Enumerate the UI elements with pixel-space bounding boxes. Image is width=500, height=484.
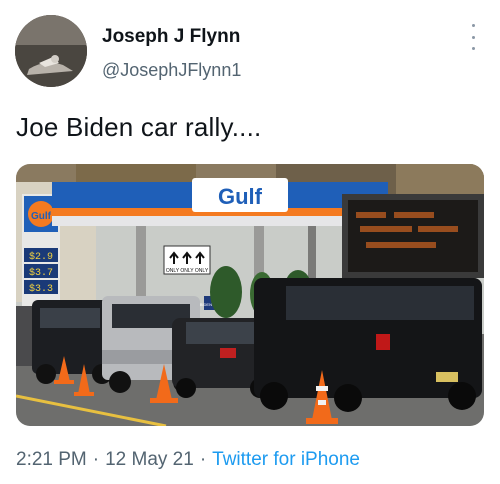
avatar-image: [15, 15, 87, 87]
tweet-text: Joe Biden car rally....: [16, 112, 262, 142]
station-brand-label: Gulf: [218, 184, 263, 209]
tweet-metadata: 2:21 PM · 12 May 21 · Twitter for iPhone: [16, 449, 360, 471]
tweet-source-link[interactable]: Twitter for iPhone: [212, 449, 360, 470]
author-name[interactable]: Joseph J Flynn: [102, 26, 240, 48]
more-vertical-icon: [471, 24, 475, 27]
price-1: $2.9: [29, 251, 53, 263]
tweet-photo[interactable]: Gulf $2.9 $3.7 $3.3 Gulf ONLY ONLY ONLY …: [16, 164, 484, 426]
avatar[interactable]: [15, 15, 87, 87]
meta-separator: ·: [92, 449, 100, 470]
side-brand-label: Gulf: [31, 211, 52, 222]
more-vertical-icon-dot: [471, 47, 475, 50]
author-handle[interactable]: @JosephJFlynn1: [102, 60, 241, 81]
tweet-time[interactable]: 2:21 PM: [16, 449, 87, 470]
tweet-date[interactable]: 12 May 21: [105, 449, 194, 470]
traffic-sign-label: ONLY ONLY ONLY: [166, 268, 209, 274]
more-vertical-icon-dot: [471, 35, 475, 39]
gas-station-scene: Gulf $2.9 $3.7 $3.3 Gulf ONLY ONLY ONLY …: [16, 164, 484, 426]
meta-separator-2: ·: [199, 449, 207, 470]
price-3: $3.3: [29, 283, 53, 295]
more-options-button[interactable]: [470, 24, 476, 50]
price-2: $3.7: [29, 267, 53, 279]
